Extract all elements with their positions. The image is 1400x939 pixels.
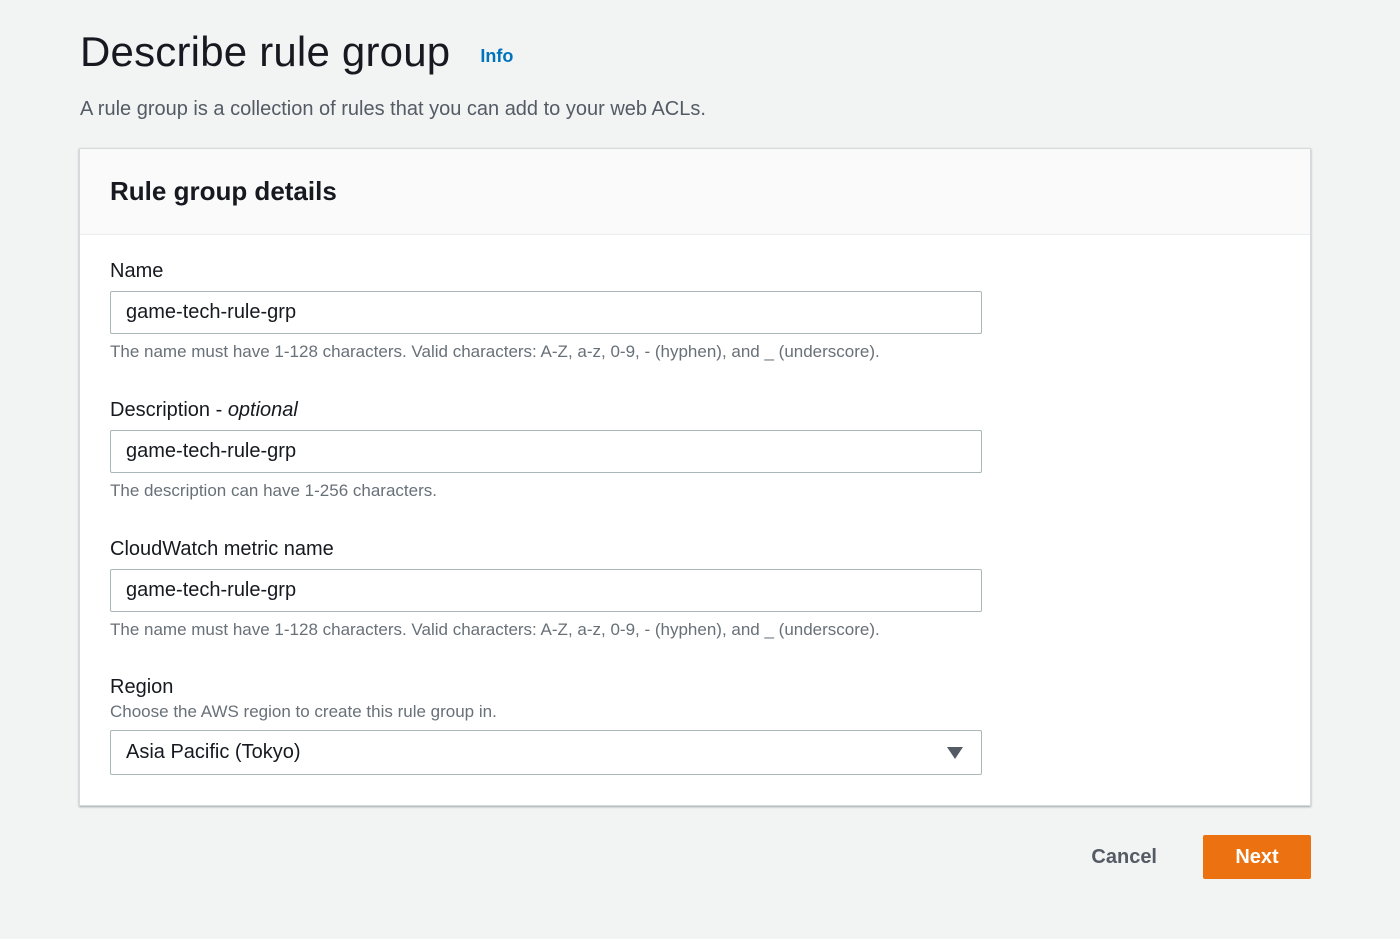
cancel-button[interactable]: Cancel <box>1071 835 1177 879</box>
region-selected-value: Asia Pacific (Tokyo) <box>126 741 301 763</box>
page-description: A rule group is a collection of rules th… <box>80 98 706 120</box>
description-label-text: Description - <box>110 399 228 421</box>
name-input[interactable] <box>110 291 982 334</box>
info-link[interactable]: Info <box>480 46 513 67</box>
metric-field-group: CloudWatch metric name The name must hav… <box>110 538 982 640</box>
next-button[interactable]: Next <box>1203 835 1311 879</box>
description-field-group: Description - optional The description c… <box>110 399 982 501</box>
description-label: Description - optional <box>110 399 982 422</box>
name-constraint: The name must have 1-128 characters. Val… <box>110 342 880 361</box>
region-field-group: Region Choose the AWS region to create t… <box>110 676 982 775</box>
panel-title: Rule group details <box>110 176 337 206</box>
page-header: Describe rule group Info <box>80 28 513 76</box>
page-title: Describe rule group <box>80 28 451 75</box>
name-label: Name <box>110 260 164 282</box>
region-select[interactable]: Asia Pacific (Tokyo) <box>110 730 982 775</box>
metric-name-label: CloudWatch metric name <box>110 538 334 560</box>
caret-down-icon <box>947 746 963 759</box>
panel-header: Rule group details <box>80 149 1310 235</box>
form-actions: Cancel Next <box>1071 835 1311 879</box>
region-label: Region <box>110 676 174 698</box>
metric-name-input[interactable] <box>110 569 982 612</box>
rule-group-details-panel: Rule group details Name The name must ha… <box>79 148 1311 806</box>
metric-name-constraint: The name must have 1-128 characters. Val… <box>110 620 880 639</box>
description-input[interactable] <box>110 430 982 473</box>
optional-label: optional <box>227 399 298 421</box>
description-constraint: The description can have 1-256 character… <box>110 481 437 500</box>
region-description: Choose the AWS region to create this rul… <box>110 702 497 721</box>
name-field-group: Name The name must have 1-128 characters… <box>110 260 982 362</box>
